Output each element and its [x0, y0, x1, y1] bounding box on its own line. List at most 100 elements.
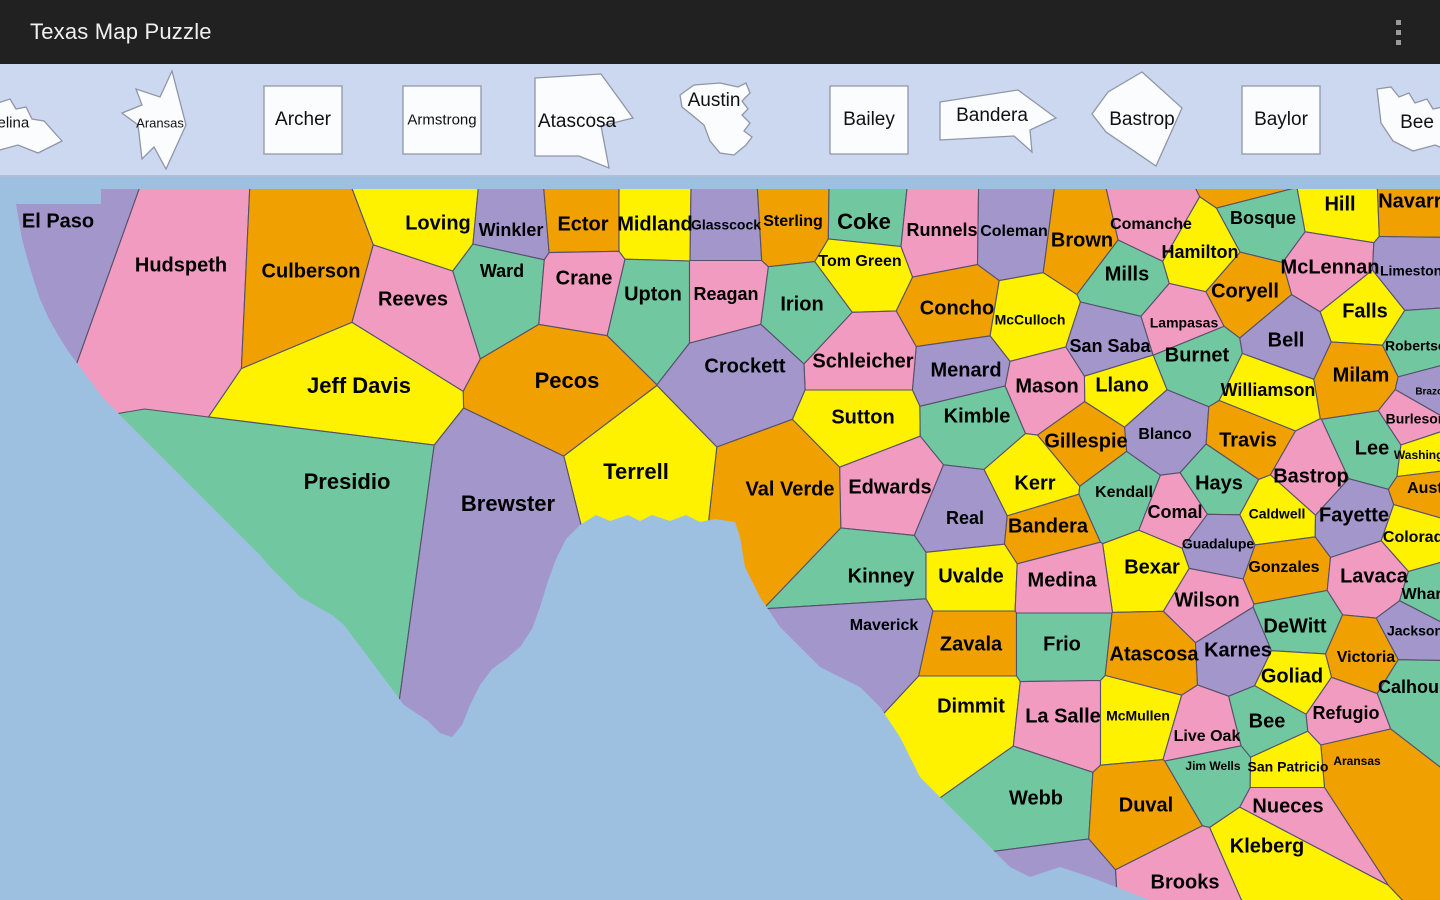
puzzle-piece-bee[interactable]: Bee: [1375, 64, 1440, 175]
piece-outline-icon: [679, 81, 753, 156]
puzzle-piece-austin[interactable]: Austin: [676, 64, 772, 175]
puzzle-piece-baylor[interactable]: Baylor: [1240, 64, 1322, 175]
puzzle-piece-bailey[interactable]: Bailey: [828, 64, 910, 175]
menu-dot: [1395, 19, 1401, 25]
county-label-frio: Frio: [1043, 633, 1081, 655]
county-label-hudspeth: Hudspeth: [135, 254, 227, 276]
action-bar: Texas Map Puzzle: [0, 0, 1440, 64]
piece-outline-icon: [1241, 84, 1321, 155]
puzzle-piece-archer[interactable]: Archer: [262, 64, 344, 175]
county-label-schleicher: Schleicher: [812, 350, 913, 372]
county-label-guadalupe: Guadalupe: [1182, 536, 1255, 552]
county-label-hill: Hill: [1324, 193, 1355, 215]
county-label-edwards: Edwards: [848, 476, 931, 498]
county-label-lavaca: Lavaca: [1340, 565, 1409, 587]
county-label-coryell: Coryell: [1211, 280, 1279, 302]
county-maverick[interactable]: [253, 598, 934, 900]
piece-outline-icon: [402, 84, 482, 155]
county-label-val-verde: Val Verde: [746, 478, 835, 500]
county-label-hays: Hays: [1195, 472, 1243, 494]
county-label-ward: Ward: [480, 261, 524, 281]
county-label-culberson: Culberson: [262, 260, 361, 282]
county-label-duval: Duval: [1119, 794, 1173, 816]
texas-map-puzzle-app: Texas Map Puzzle Angelina Aransas Archer Ar…: [0, 0, 1440, 900]
county-label-coleman: Coleman: [980, 223, 1048, 240]
puzzle-piece-tray[interactable]: Angelina Aransas Archer Armstrong Atascosa Au…: [0, 64, 1440, 177]
county-label-bosque: Bosque: [1230, 208, 1296, 228]
county-label-medina: Medina: [1028, 569, 1098, 591]
county-label-gillespie: Gillespie: [1044, 430, 1127, 452]
puzzle-piece-bandera[interactable]: Bandera: [938, 64, 1060, 175]
puzzle-piece-aransas[interactable]: Aransas: [120, 64, 198, 175]
piece-outline-icon: [829, 84, 909, 155]
county-label-falls: Falls: [1342, 300, 1388, 322]
county-label-brown: Brown: [1051, 229, 1113, 251]
county-label-el-paso: El Paso: [22, 210, 94, 232]
puzzle-piece-angelina[interactable]: Angelina: [0, 64, 66, 175]
county-label-ector: Ector: [557, 213, 608, 235]
county-label-coke: Coke: [837, 209, 891, 234]
county-label-san-patricio: San Patricio: [1248, 759, 1329, 775]
county-label-lee: Lee: [1355, 437, 1389, 459]
county-zapata[interactable]: [624, 838, 1122, 900]
county-label-real: Real: [946, 508, 984, 528]
county-label-mills: Mills: [1105, 263, 1149, 285]
county-label-williamson: Williamson: [1221, 380, 1316, 400]
menu-dot: [1395, 39, 1401, 45]
puzzle-piece-armstrong[interactable]: Armstrong: [401, 64, 483, 175]
county-label-robertson: Robertson: [1385, 338, 1440, 354]
county-label-bee: Bee: [1249, 710, 1286, 732]
county-label-goliad: Goliad: [1261, 665, 1323, 687]
county-label-zapata: Zapata: [1016, 879, 1081, 900]
county-label-calhoun: Calhoun: [1378, 677, 1440, 697]
county-label-live-oak: Live Oak: [1174, 728, 1241, 745]
county-label-pecos: Pecos: [535, 368, 600, 393]
county-label-bandera: Bandera: [1008, 515, 1089, 537]
county-label-sutton: Sutton: [831, 406, 894, 428]
county-label-reagan: Reagan: [693, 284, 758, 304]
county-label-kendall: Kendall: [1095, 484, 1153, 501]
menu-dot: [1395, 29, 1401, 35]
county-label-dewitt: DeWitt: [1263, 615, 1326, 637]
county-label-san-saba: San Saba: [1069, 336, 1151, 356]
county-label-mcculloch: McCulloch: [995, 312, 1066, 328]
piece-outline-icon: [534, 72, 635, 169]
county-label-caldwell: Caldwell: [1249, 506, 1306, 522]
county-label-blanco: Blanco: [1138, 426, 1192, 443]
county-label-kimble: Kimble: [944, 405, 1011, 427]
more-vertical-icon[interactable]: [1374, 0, 1422, 64]
county-label-washington: Washington: [1394, 448, 1440, 462]
county-label-llano: Llano: [1095, 374, 1148, 396]
county-label-burleson: Burleson: [1386, 411, 1440, 427]
county-label-kinney: Kinney: [848, 565, 916, 587]
county-label-maverick: Maverick: [850, 617, 919, 634]
puzzle-piece-bastrop[interactable]: Bastrop: [1090, 64, 1188, 175]
county-label-atascosa: Atascosa: [1110, 643, 1200, 665]
county-label-crane: Crane: [556, 267, 613, 289]
county-label-gonzales: Gonzales: [1248, 559, 1319, 576]
puzzle-piece-atascosa[interactable]: Atascosa: [529, 64, 637, 175]
county-label-terrell: Terrell: [603, 459, 669, 484]
county-label-dimmit: Dimmit: [937, 695, 1005, 717]
county-label-presidio: Presidio: [304, 469, 391, 494]
piece-outline-icon: [0, 97, 64, 154]
county-label-navarro: Navarro: [1378, 190, 1440, 212]
county-label-hamilton: Hamilton: [1161, 242, 1238, 262]
piece-outline-icon: [263, 84, 343, 155]
county-label-limestone: Limestone: [1380, 263, 1440, 279]
county-label-mclennan: McLennan: [1281, 256, 1380, 278]
county-label-victoria: Victoria: [1337, 649, 1396, 666]
county-label-zavala: Zavala: [940, 633, 1003, 655]
county-label-comanche: Comanche: [1110, 216, 1192, 233]
county-label-bell: Bell: [1268, 329, 1305, 351]
texas-county-map[interactable]: El Paso Hudspeth Culberson Reeves Loving Wink…: [0, 177, 1440, 900]
county-label-uvalde: Uvalde: [938, 565, 1004, 587]
county-label-fayette: Fayette: [1319, 504, 1389, 526]
county-label-sterling: Sterling: [763, 213, 823, 230]
county-label-austin: Austin: [1407, 480, 1440, 497]
county-label-reeves: Reeves: [378, 288, 448, 310]
county-label-brazos: Brazos: [1415, 387, 1440, 398]
county-label-loving: Loving: [405, 212, 471, 234]
county-label-somervell: Somervell: [1228, 177, 1276, 182]
county-label-karnes: Karnes: [1204, 639, 1272, 661]
